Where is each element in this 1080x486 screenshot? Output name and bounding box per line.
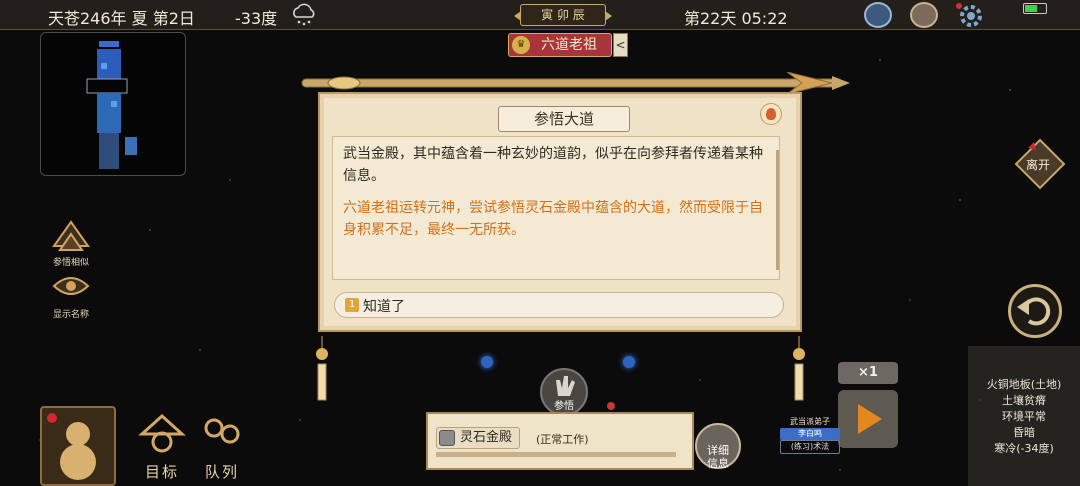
detail-info-button[interactable]: 详细 信息 bbox=[692, 420, 744, 472]
map-marker[interactable] bbox=[481, 356, 493, 368]
back-button[interactable] bbox=[1008, 284, 1062, 338]
queue-label: 队列 bbox=[204, 463, 239, 481]
gourd-icon bbox=[47, 413, 96, 480]
tile-temperature: 寒冷(-34度) bbox=[994, 442, 1054, 455]
date-label: 天苍246年 夏 第2日 bbox=[48, 9, 195, 28]
tassel-right-icon bbox=[793, 336, 805, 401]
map-marker[interactable] bbox=[623, 356, 635, 368]
play-button[interactable] bbox=[838, 390, 898, 448]
dialog-text-box: 武当金殿，其中蕴含着一种玄妙的道韵，似乎在向参拜者传递着某种信息。 六道老祖运转… bbox=[332, 136, 780, 280]
temperature-label: -33度 bbox=[235, 9, 278, 28]
show-names-label: 显示名称 bbox=[52, 310, 89, 320]
cloud-snow-icon bbox=[293, 3, 315, 26]
building-progress-bar bbox=[436, 452, 676, 457]
dialog-paragraph-2: 六道老祖运转元神，尝试参悟灵石金殿中蕴含的大道，然而受限于自身积累不足，最终一无… bbox=[343, 200, 763, 238]
character-badge-icon: ♛ bbox=[512, 36, 530, 54]
dialog-scrollbar[interactable] bbox=[776, 150, 779, 270]
building-icon bbox=[439, 430, 455, 446]
show-names-button[interactable]: 显示名称 bbox=[46, 268, 96, 320]
minimap-layout bbox=[86, 41, 137, 169]
gourd-avatar[interactable] bbox=[40, 406, 116, 486]
palette-icon[interactable] bbox=[910, 2, 938, 28]
scroll-map-icon[interactable] bbox=[864, 2, 892, 28]
map-marker[interactable] bbox=[607, 402, 615, 410]
day-time-label: 第22天 05:22 bbox=[684, 9, 788, 28]
person-icon[interactable] bbox=[760, 103, 782, 125]
disciple-card[interactable]: 武当派弟子 李白鸣 (练习)术法 bbox=[780, 416, 840, 454]
location-chip[interactable]: 灵石金殿 bbox=[436, 427, 520, 449]
collapse-button[interactable]: < bbox=[613, 33, 628, 57]
scroll-rod bbox=[301, 72, 850, 94]
queue-button[interactable]: 队列 bbox=[194, 412, 250, 482]
confirm-label: 知道了 bbox=[363, 299, 405, 315]
target-button[interactable]: 目标 bbox=[134, 412, 190, 482]
character-tag[interactable]: ♛ 六道老祖 bbox=[508, 33, 612, 57]
disciple-task: (练习)术法 bbox=[780, 440, 840, 454]
tile-floor: 火铜地板(土地) bbox=[986, 378, 1062, 391]
character-name: 六道老祖 bbox=[541, 37, 597, 53]
insight-similar-label: 参悟相似 bbox=[52, 258, 89, 268]
insight-action-label: 参悟 bbox=[554, 401, 574, 412]
minimap[interactable] bbox=[40, 32, 186, 176]
insight-action-button[interactable]: 参悟 bbox=[540, 368, 588, 416]
option-number: 1 bbox=[345, 298, 359, 312]
eye-icon bbox=[52, 277, 90, 295]
tile-info-panel: 火铜地板(土地) 土壤贫瘠 环境平常 昏暗 寒冷(-34度) bbox=[968, 346, 1080, 486]
play-icon bbox=[858, 404, 882, 434]
leave-button[interactable]: 离开 bbox=[1014, 138, 1066, 190]
hand-icon bbox=[556, 376, 575, 396]
disciple-name: 李白鸣 bbox=[780, 428, 840, 440]
tile-soil: 土壤贫瘠 bbox=[1002, 394, 1046, 407]
tile-environment: 环境平常 bbox=[1002, 410, 1046, 423]
location-status: (正常工作) bbox=[536, 433, 589, 446]
insight-similar-button[interactable]: 参悟相似 bbox=[46, 216, 96, 268]
undo-arrow-icon bbox=[1017, 297, 1051, 326]
gear-icon[interactable] bbox=[954, 1, 984, 29]
leave-label: 离开 bbox=[1026, 158, 1051, 172]
target-label: 目标 bbox=[144, 463, 179, 481]
time-period-badge: 寅 卯 辰 bbox=[514, 4, 612, 26]
dialog-title: 参悟大道 bbox=[498, 106, 630, 132]
layers-icon bbox=[52, 220, 90, 251]
battery-icon bbox=[1023, 3, 1047, 14]
tassel-left-icon bbox=[316, 336, 328, 401]
target-icon bbox=[138, 413, 186, 453]
speed-button[interactable]: ×1 bbox=[838, 362, 898, 384]
dialog-paragraph-1: 武当金殿，其中蕴含着一种玄妙的道韵，似乎在向参拜者传递着某种信息。 bbox=[343, 146, 763, 184]
detail-info-label: 详细 信息 bbox=[707, 444, 729, 470]
queue-people-icon bbox=[204, 418, 240, 444]
disciple-sect: 武当派弟子 bbox=[790, 417, 830, 426]
confirm-button[interactable]: 1 知道了 bbox=[334, 292, 784, 318]
tile-light: 昏暗 bbox=[1013, 426, 1035, 439]
location-name: 灵石金殿 bbox=[460, 430, 513, 445]
